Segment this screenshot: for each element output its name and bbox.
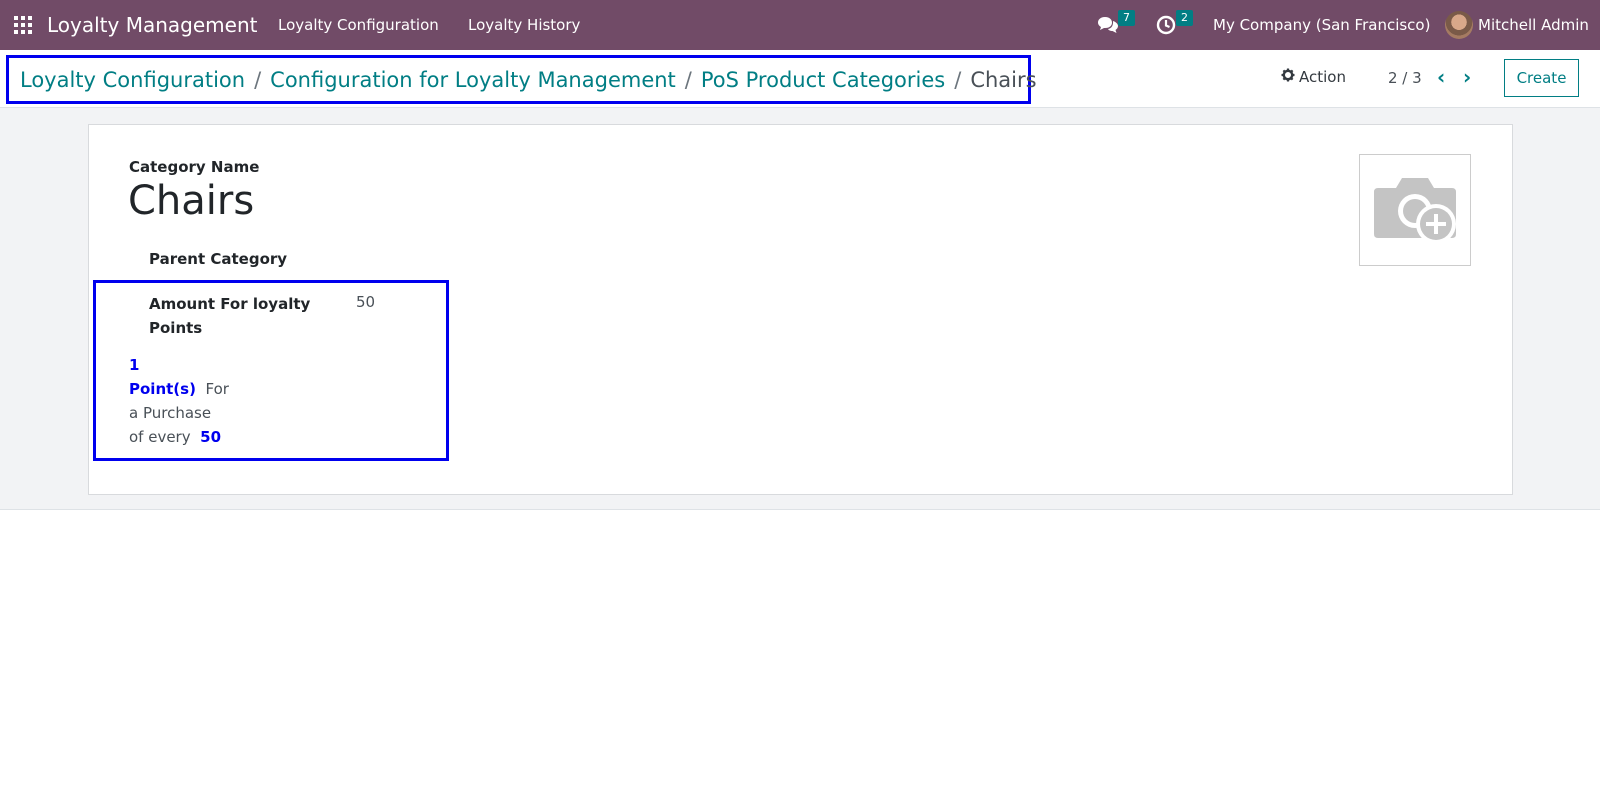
breadcrumb: Loyalty Configuration / Configuration fo…	[6, 55, 1037, 104]
breadcrumb-separator: /	[954, 67, 962, 92]
points-text-every: of every	[129, 428, 191, 446]
clock-icon[interactable]	[1156, 15, 1176, 39]
parent-category-label: Parent Category	[149, 250, 288, 268]
camera-plus-icon	[1372, 170, 1458, 250]
points-amount: 50	[200, 428, 222, 446]
chevron-right-icon[interactable]: ›	[1463, 65, 1471, 89]
user-avatar[interactable]	[1445, 11, 1473, 39]
points-count: 1	[129, 356, 140, 374]
action-label: Action	[1299, 68, 1346, 86]
control-panel: Loyalty Configuration / Configuration fo…	[0, 50, 1600, 108]
pager-value[interactable]: 2 / 3	[1388, 69, 1422, 87]
app-brand[interactable]: Loyalty Management	[47, 13, 257, 37]
menu-loyalty-configuration[interactable]: Loyalty Configuration	[278, 16, 439, 34]
chevron-left-icon[interactable]: ‹	[1437, 65, 1445, 89]
amount-loyalty-label: Amount For loyalty Points	[149, 295, 311, 337]
points-unit: Point(s)	[129, 380, 196, 398]
user-menu[interactable]: Mitchell Admin	[1478, 16, 1589, 34]
menu-loyalty-history[interactable]: Loyalty History	[468, 16, 580, 34]
activities-badge: 2	[1176, 10, 1193, 26]
breadcrumb-item-configuration[interactable]: Configuration for Loyalty Management	[270, 68, 676, 92]
breadcrumb-current: Chairs	[970, 67, 1037, 92]
image-upload[interactable]	[1359, 154, 1471, 266]
category-name-label: Category Name	[129, 158, 260, 176]
create-button[interactable]: Create	[1504, 59, 1579, 97]
category-name-field[interactable]: Chairs	[128, 178, 254, 224]
points-text-purchase: a Purchase	[129, 404, 212, 422]
points-text-for: For	[205, 380, 229, 398]
breadcrumb-item-pos-categories[interactable]: PoS Product Categories	[701, 68, 945, 92]
breadcrumb-separator: /	[684, 67, 692, 92]
action-button[interactable]: Action	[1281, 68, 1346, 86]
top-navbar: Loyalty Management Loyalty Configuration…	[0, 0, 1600, 50]
messages-badge: 7	[1118, 10, 1135, 26]
company-switcher[interactable]: My Company (San Francisco)	[1213, 16, 1430, 34]
amount-loyalty-field[interactable]: 50	[356, 293, 375, 311]
points-summary: 1 Point(s) For a Purchase of every 50	[129, 353, 239, 449]
apps-grid-icon[interactable]	[14, 16, 32, 34]
breadcrumb-item-loyalty-configuration[interactable]: Loyalty Configuration	[20, 68, 245, 92]
chat-icon[interactable]	[1097, 15, 1119, 39]
breadcrumb-separator: /	[254, 67, 262, 92]
gear-icon	[1281, 68, 1295, 86]
